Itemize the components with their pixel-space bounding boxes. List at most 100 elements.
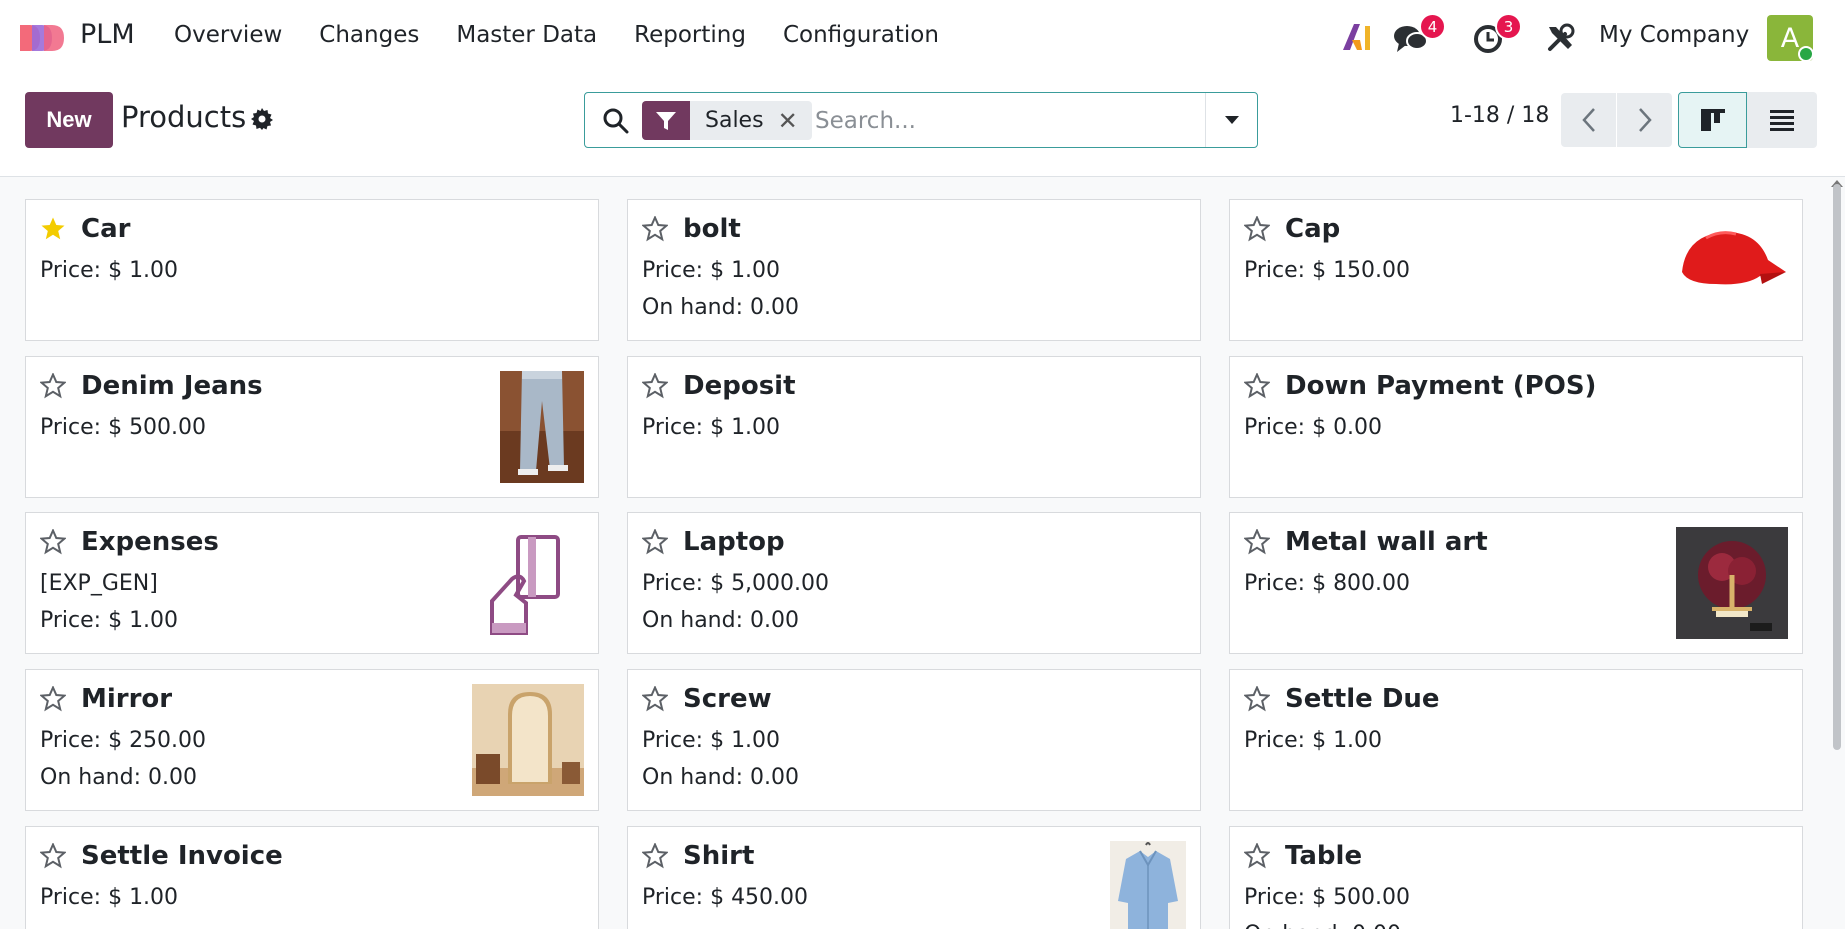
star-icon[interactable] <box>40 529 66 555</box>
pager-previous-button[interactable] <box>1561 93 1616 147</box>
star-icon[interactable] <box>1244 843 1270 869</box>
card-payment-icon <box>472 527 584 639</box>
mirror-image <box>472 684 584 796</box>
chat-badge: 4 <box>1419 13 1446 40</box>
product-name: Car <box>81 214 131 244</box>
product-detail: Price: $ 1.00 <box>40 258 179 283</box>
chevron-left-icon <box>1581 108 1595 132</box>
filter-facet-label: Sales <box>705 108 764 133</box>
list-icon <box>1770 110 1794 131</box>
kanban-icon <box>1700 109 1725 131</box>
control-panel: New Products Sales ✕ 1-18 / 18 <box>0 76 1845 177</box>
product-detail: [EXP_GEN] <box>40 571 158 596</box>
product-detail: On hand: 0.00 <box>1244 922 1401 929</box>
product-card[interactable]: Deposit Price: $ 1.00 <box>627 356 1201 498</box>
product-detail: Price: $ 800.00 <box>1244 571 1411 596</box>
star-icon[interactable] <box>40 686 66 712</box>
product-name: Shirt <box>683 841 755 871</box>
menu-reporting[interactable]: Reporting <box>634 22 746 48</box>
search-input[interactable] <box>815 103 1195 139</box>
star-icon[interactable] <box>642 216 668 242</box>
star-icon[interactable] <box>40 373 66 399</box>
product-detail: Price: $ 1.00 <box>40 885 179 910</box>
ai-icon[interactable] <box>1340 20 1372 54</box>
product-detail: Price: $ 1.00 <box>642 415 781 440</box>
product-detail: Price: $ 1.00 <box>642 728 781 753</box>
product-card[interactable]: bolt Price: $ 1.00 On hand: 0.00 <box>627 199 1201 341</box>
menu-changes[interactable]: Changes <box>319 22 419 48</box>
star-icon[interactable] <box>1244 529 1270 555</box>
star-icon[interactable] <box>40 843 66 869</box>
tools-icon[interactable] <box>1545 22 1577 54</box>
product-name: bolt <box>683 214 741 244</box>
product-detail: On hand: 0.00 <box>642 765 799 790</box>
menu-overview[interactable]: Overview <box>174 22 282 48</box>
product-name: Cap <box>1285 214 1341 244</box>
product-name: Mirror <box>81 684 173 714</box>
product-card[interactable]: Mirror Price: $ 250.00 On hand: 0.00 <box>25 669 599 811</box>
product-card[interactable]: Settle Due Price: $ 1.00 <box>1229 669 1803 811</box>
scrollbar[interactable] <box>1833 184 1841 750</box>
product-name: Laptop <box>683 527 785 557</box>
shirt-image <box>1110 841 1186 929</box>
top-navbar: PLM Overview Changes Master Data Reporti… <box>0 0 1845 76</box>
product-name: Down Payment (POS) <box>1285 371 1597 401</box>
gear-icon[interactable] <box>250 107 274 131</box>
star-icon[interactable] <box>642 843 668 869</box>
filter-icon <box>642 101 690 140</box>
star-icon[interactable] <box>1244 216 1270 242</box>
product-detail: On hand: 0.00 <box>642 608 799 633</box>
close-icon[interactable]: ✕ <box>778 107 812 135</box>
chevron-right-icon <box>1638 108 1652 132</box>
product-card[interactable]: Settle Invoice Price: $ 1.00 <box>25 826 599 929</box>
star-icon[interactable] <box>1244 686 1270 712</box>
app-logo-icon[interactable] <box>18 23 66 53</box>
product-detail: Price: $ 1.00 <box>40 608 179 633</box>
activity-badge: 3 <box>1495 13 1522 40</box>
product-card[interactable]: Down Payment (POS) Price: $ 0.00 <box>1229 356 1803 498</box>
product-detail: Price: $ 0.00 <box>1244 415 1383 440</box>
star-icon[interactable] <box>642 529 668 555</box>
product-detail: Price: $ 1.00 <box>1244 728 1383 753</box>
wall-art-image <box>1676 527 1788 639</box>
filter-facet: Sales ✕ <box>642 101 812 140</box>
star-icon[interactable] <box>642 373 668 399</box>
jeans-image <box>500 371 584 483</box>
product-card[interactable]: Car Price: $ 1.00 <box>25 199 599 341</box>
search-icon[interactable] <box>602 107 630 135</box>
product-card[interactable]: Metal wall art Price: $ 800.00 <box>1229 512 1803 654</box>
menu-master-data[interactable]: Master Data <box>456 22 597 48</box>
star-filled-icon[interactable] <box>40 216 66 242</box>
product-name: Metal wall art <box>1285 527 1488 557</box>
product-card[interactable]: Laptop Price: $ 5,000.00 On hand: 0.00 <box>627 512 1201 654</box>
product-detail: Price: $ 5,000.00 <box>642 571 830 596</box>
pager-value[interactable]: 1-18 / 18 <box>1450 103 1549 128</box>
presence-indicator <box>1798 46 1814 62</box>
product-detail: On hand: 0.00 <box>642 295 799 320</box>
company-switcher[interactable]: My Company <box>1599 22 1749 48</box>
product-detail: Price: $ 250.00 <box>40 728 207 753</box>
caret-down-icon <box>1224 116 1239 124</box>
product-card[interactable]: Expenses [EXP_GEN] Price: $ 1.00 <box>25 512 599 654</box>
pager-next-button[interactable] <box>1617 93 1672 147</box>
product-name: Table <box>1285 841 1363 871</box>
kanban-view-button[interactable] <box>1678 92 1747 148</box>
product-name: Expenses <box>81 527 219 557</box>
search-options-toggle[interactable] <box>1205 93 1257 147</box>
menu-configuration[interactable]: Configuration <box>783 22 939 48</box>
new-button[interactable]: New <box>25 92 113 148</box>
product-card[interactable]: Cap Price: $ 150.00 <box>1229 199 1803 341</box>
product-detail: Price: $ 500.00 <box>1244 885 1411 910</box>
product-detail: Price: $ 500.00 <box>40 415 207 440</box>
page-title: Products <box>121 100 247 134</box>
product-name: Denim Jeans <box>81 371 263 401</box>
product-card[interactable]: Denim Jeans Price: $ 500.00 <box>25 356 599 498</box>
app-name[interactable]: PLM <box>80 19 135 50</box>
star-icon[interactable] <box>1244 373 1270 399</box>
product-card[interactable]: Screw Price: $ 1.00 On hand: 0.00 <box>627 669 1201 811</box>
star-icon[interactable] <box>642 686 668 712</box>
kanban-board: Car Price: $ 1.00 bolt Price: $ 1.00 On hand… <box>0 177 1845 929</box>
list-view-button[interactable] <box>1747 92 1817 148</box>
product-card[interactable]: Shirt Price: $ 450.00 <box>627 826 1201 929</box>
product-card[interactable]: Table Price: $ 500.00 On hand: 0.00 <box>1229 826 1803 929</box>
